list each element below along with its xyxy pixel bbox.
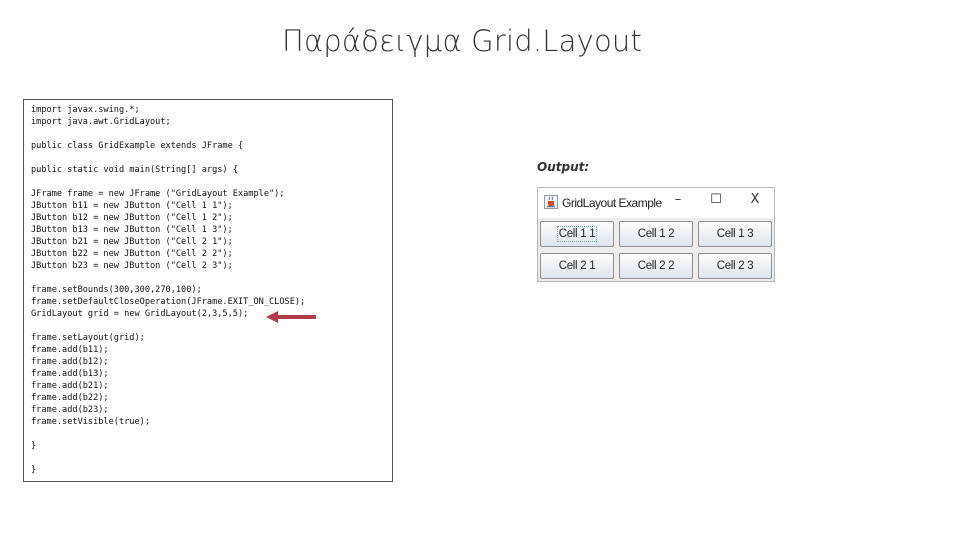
code-line: } bbox=[31, 441, 37, 451]
code-line: JButton b13 = new JButton ("Cell 1 3"); bbox=[31, 225, 233, 235]
slide-title: Παράδειγμα Grid.Layout bbox=[281, 24, 643, 58]
java-cup-icon bbox=[544, 195, 558, 209]
code-line: frame.add(b22); bbox=[31, 393, 109, 403]
code-line: frame.add(b13); bbox=[31, 369, 109, 379]
code-line: JFrame frame = new JFrame ("GridLayout E… bbox=[31, 189, 285, 199]
left-arrow-icon bbox=[266, 311, 316, 323]
code-line: GridLayout grid = new GridLayout(2,3,5,5… bbox=[31, 309, 249, 319]
code-line: frame.add(b21); bbox=[31, 381, 109, 391]
cell-2-3-button[interactable]: Cell 2 3 bbox=[698, 253, 772, 279]
code-line: public class GridExample extends JFrame … bbox=[31, 141, 244, 151]
cell-1-2-button[interactable]: Cell 1 2 bbox=[619, 221, 693, 247]
cell-1-3-button[interactable]: Cell 1 3 bbox=[698, 221, 772, 247]
code-line: frame.add(b12); bbox=[31, 357, 109, 367]
code-line: JButton b12 = new JButton ("Cell 1 2"); bbox=[31, 213, 233, 223]
button-label: Cell 2 3 bbox=[716, 260, 754, 272]
code-line: public static void main(String[] args) { bbox=[31, 165, 238, 175]
cell-2-1-button[interactable]: Cell 2 1 bbox=[540, 253, 614, 279]
window-title: GridLayout Example bbox=[562, 196, 662, 210]
button-grid: Cell 1 1 Cell 1 2 Cell 1 3 Cell 2 1 Cell… bbox=[538, 219, 774, 281]
code-listing: import javax.swing.*; import java.awt.Gr… bbox=[23, 99, 393, 482]
window-titlebar[interactable]: GridLayout Example – ☐ X bbox=[538, 188, 774, 218]
code-line: import java.awt.GridLayout; bbox=[31, 117, 171, 127]
code-line: frame.setDefaultCloseOperation(JFrame.EX… bbox=[31, 297, 306, 307]
code-line: JButton b23 = new JButton ("Cell 2 3"); bbox=[31, 261, 233, 271]
button-label: Cell 2 2 bbox=[637, 260, 675, 272]
button-label: Cell 2 1 bbox=[558, 260, 596, 272]
jframe-window: GridLayout Example – ☐ X Cell 1 1 Cell 1… bbox=[537, 187, 775, 282]
minimize-button[interactable]: – bbox=[668, 192, 688, 207]
cell-1-1-button[interactable]: Cell 1 1 bbox=[540, 221, 614, 247]
output-label: Output: bbox=[537, 160, 590, 174]
code-line: frame.setLayout(grid); bbox=[31, 333, 145, 343]
code-line: frame.setBounds(300,300,270,100); bbox=[31, 285, 202, 295]
code-line: frame.add(b23); bbox=[31, 405, 109, 415]
code-line: import javax.swing.*; bbox=[31, 105, 140, 115]
close-button[interactable]: X bbox=[745, 192, 765, 207]
button-label: Cell 1 1 bbox=[556, 226, 598, 242]
code-line: frame.add(b11); bbox=[31, 345, 109, 355]
cell-2-2-button[interactable]: Cell 2 2 bbox=[619, 253, 693, 279]
code-line: JButton b11 = new JButton ("Cell 1 1"); bbox=[31, 201, 233, 211]
code-line: JButton b21 = new JButton ("Cell 2 1"); bbox=[31, 237, 233, 247]
code-line: } bbox=[31, 465, 37, 475]
button-label: Cell 1 3 bbox=[716, 228, 754, 240]
maximize-button[interactable]: ☐ bbox=[706, 192, 726, 207]
button-label: Cell 1 2 bbox=[637, 228, 675, 240]
code-line: frame.setVisible(true); bbox=[31, 417, 150, 427]
code-line: JButton b22 = new JButton ("Cell 2 2"); bbox=[31, 249, 233, 259]
